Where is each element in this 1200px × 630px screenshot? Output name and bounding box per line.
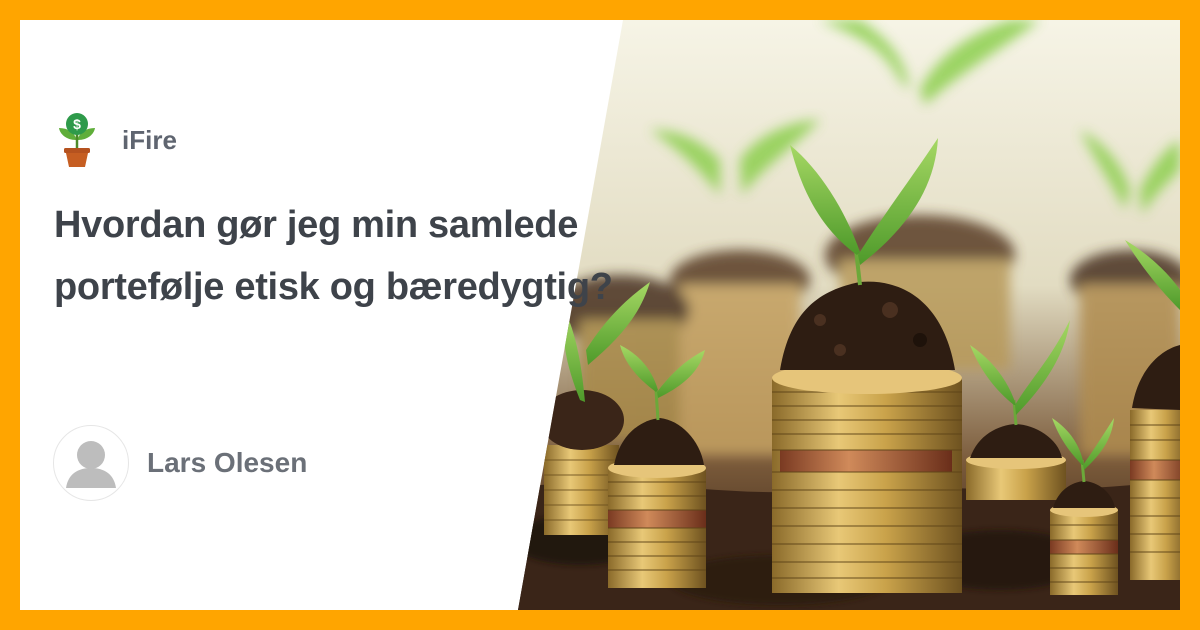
avatar [53,425,129,501]
author[interactable]: Lars Olesen [53,425,307,501]
svg-text:$: $ [73,116,81,132]
brand-name: iFire [122,124,177,155]
user-silhouette-icon [66,441,116,488]
share-card: $ iFire Hvordan gør jeg min samlede port… [20,20,1180,610]
brand[interactable]: $ iFire [56,112,177,168]
article-title: Hvordan gør jeg min samlede portefølje e… [54,204,613,308]
author-name: Lars Olesen [147,447,308,478]
money-plant-icon: $ [59,113,95,167]
